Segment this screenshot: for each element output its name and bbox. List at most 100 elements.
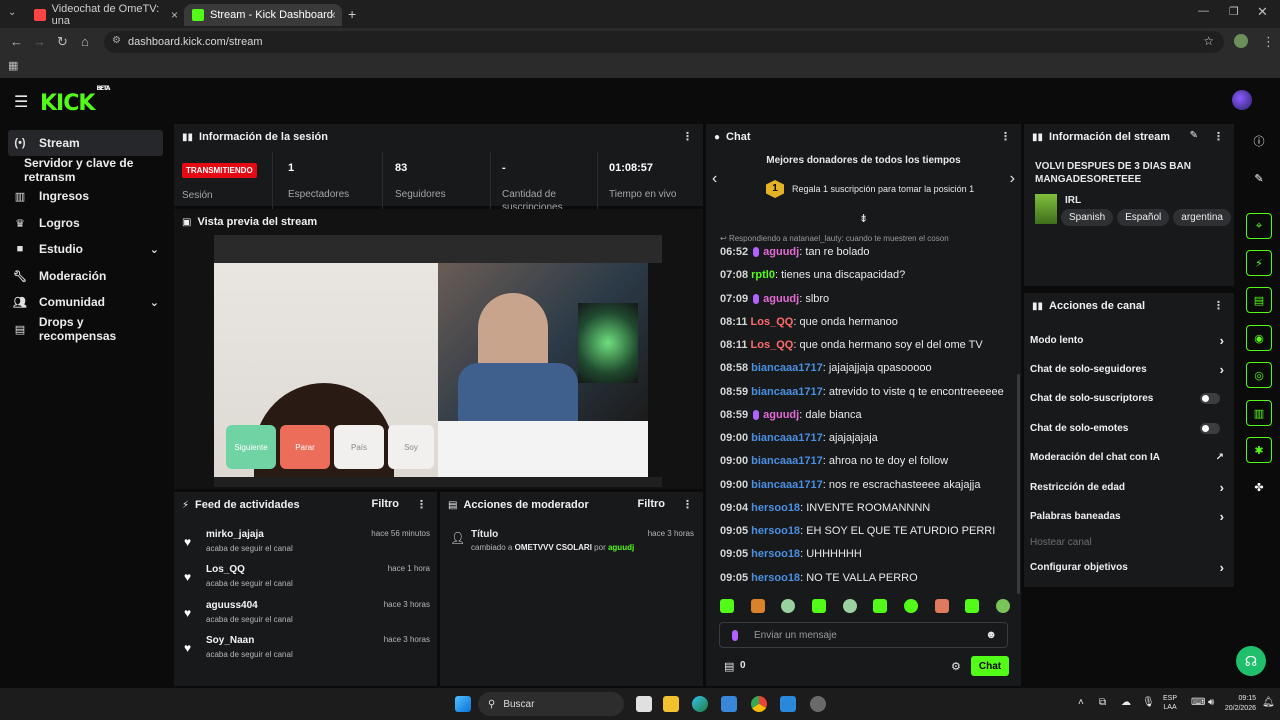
emote-icon[interactable] xyxy=(934,599,949,613)
tab-kick-dashboard[interactable]: Stream - Kick Dashboard × xyxy=(184,4,342,26)
emotes-only-toggle[interactable] xyxy=(1200,422,1220,434)
obs-icon[interactable] xyxy=(810,696,826,712)
language-indicator[interactable]: ESP LAA xyxy=(1163,694,1177,712)
new-tab-button[interactable]: + xyxy=(348,6,356,22)
action-banned-words[interactable]: Palabras baneadas › xyxy=(1030,503,1224,529)
category-thumbnail[interactable] xyxy=(1035,194,1057,224)
emote-icon[interactable] xyxy=(873,599,888,613)
forward-icon[interactable]: → xyxy=(33,34,46,49)
more-options-icon[interactable]: ⋮ xyxy=(1213,130,1224,143)
sidebar-item-server-key[interactable]: Servidor y clave de retransm xyxy=(16,156,176,184)
emote-icon[interactable] xyxy=(903,599,918,613)
taskbar-search[interactable]: ⚲ Buscar xyxy=(478,692,624,716)
clipboard-icon[interactable]: ▤ xyxy=(1246,287,1272,313)
sidebar-item-drops[interactable]: ▤ Drops y recompensas xyxy=(8,315,163,343)
info-icon[interactable]: ⓘ xyxy=(1246,128,1272,154)
message-username[interactable]: biancaaa1717 xyxy=(751,432,823,444)
chat-input[interactable]: Enviar un mensaje ☻ xyxy=(719,622,1008,648)
message-username[interactable]: aguudj xyxy=(763,246,799,258)
tag[interactable]: argentina xyxy=(1173,209,1231,226)
more-options-icon[interactable]: ⋮ xyxy=(1000,130,1011,143)
minimize-icon[interactable]: — xyxy=(1198,5,1209,17)
focus-mode-icon[interactable]: ⌖ xyxy=(1246,213,1272,239)
pin-icon[interactable]: ⇟ xyxy=(859,212,868,225)
chevron-up-icon[interactable]: ˄ xyxy=(1078,697,1084,708)
emoji-picker-icon[interactable]: ☻ xyxy=(985,629,997,641)
tray-app-icon[interactable]: ⧉ xyxy=(1099,697,1106,708)
filter-button[interactable]: Filtro xyxy=(638,498,666,510)
feed-user[interactable]: mirko_jajaja xyxy=(206,529,264,540)
close-icon[interactable]: × xyxy=(171,8,178,22)
microphone-icon[interactable] xyxy=(732,630,738,641)
more-options-icon[interactable]: ⋮ xyxy=(416,498,427,511)
sidebar-item-logros[interactable]: ♛ Logros xyxy=(8,210,163,236)
sidebar-item-estudio[interactable]: ■ Estudio ⌄ xyxy=(8,236,163,262)
edge-icon[interactable] xyxy=(692,696,708,712)
emote-icon[interactable] xyxy=(965,599,980,613)
hamburger-menu-icon[interactable]: ☰ xyxy=(14,92,28,112)
emote-icon[interactable] xyxy=(995,599,1010,613)
emote-icon[interactable] xyxy=(811,599,826,613)
tab-ometv[interactable]: Videochat de OmeTV: una × xyxy=(26,3,184,27)
task-view-icon[interactable] xyxy=(636,696,652,712)
emote-icon[interactable] xyxy=(842,599,857,613)
emote-icon[interactable] xyxy=(750,599,765,613)
message-username[interactable]: aguudj xyxy=(763,409,799,421)
kick-logo[interactable]: KICKBETA xyxy=(40,85,110,116)
vscode-icon[interactable] xyxy=(780,696,796,712)
microphone-icon[interactable]: 🎙︎ xyxy=(1142,697,1155,708)
windows-start-icon[interactable] xyxy=(455,696,471,712)
feed-user[interactable]: Soy_Naan xyxy=(206,635,254,646)
action-followers-only[interactable]: Chat de solo-seguidores › xyxy=(1030,356,1224,382)
wrench-icon[interactable]: ✱ xyxy=(1246,437,1272,463)
message-username[interactable]: rptl0 xyxy=(751,269,775,281)
close-icon[interactable]: × xyxy=(329,8,336,22)
filter-button[interactable]: Filtro xyxy=(372,498,400,510)
message-username[interactable]: biancaaa1717 xyxy=(751,362,823,374)
clock[interactable]: 09:15 20/2/2026 xyxy=(1220,694,1256,714)
message-username[interactable]: hersoo18 xyxy=(751,572,800,584)
more-options-icon[interactable]: ⋮ xyxy=(1213,299,1224,312)
emote-icon[interactable] xyxy=(781,599,796,613)
edit-pencil-icon[interactable]: ✎ xyxy=(1190,130,1198,141)
support-button[interactable]: ☊ xyxy=(1236,646,1266,676)
cloud-icon[interactable]: ☁ xyxy=(1121,697,1131,708)
emote-icon[interactable] xyxy=(720,599,734,613)
chat-send-button[interactable]: Chat xyxy=(971,656,1009,676)
category-label[interactable]: IRL xyxy=(1065,195,1081,206)
mail-icon[interactable] xyxy=(721,696,737,712)
more-options-icon[interactable]: ⋮ xyxy=(682,130,693,143)
puzzle-icon[interactable]: ✤ xyxy=(1246,474,1272,500)
reload-icon[interactable]: ↻ xyxy=(57,34,68,50)
stream-preview-video[interactable]: Siguiente Parar País Soy xyxy=(214,235,662,487)
subs-only-toggle[interactable] xyxy=(1200,392,1220,404)
broadcast-icon[interactable]: ◎ xyxy=(1246,362,1272,388)
user-avatar[interactable] xyxy=(1232,90,1252,110)
volume-icon[interactable]: 🔊︎ xyxy=(1208,697,1214,708)
edit-pencil-icon[interactable]: ✎ xyxy=(1246,165,1272,191)
chevron-right-icon[interactable]: › xyxy=(1010,170,1015,188)
back-icon[interactable]: ← xyxy=(10,34,23,49)
sidebar-item-ingresos[interactable]: ▥ Ingresos xyxy=(8,183,163,209)
chevron-left-icon[interactable]: ‹ xyxy=(712,170,717,188)
message-username[interactable]: aguudj xyxy=(763,293,799,305)
url-field[interactable]: ⚙ dashboard.kick.com/stream ☆ xyxy=(104,31,1224,53)
message-username[interactable]: hersoo18 xyxy=(751,502,800,514)
more-options-icon[interactable]: ⋮ xyxy=(682,498,693,511)
tab-search-chevron-icon[interactable]: ⌄ xyxy=(8,7,16,18)
network-icon[interactable]: ⌨ xyxy=(1191,697,1205,708)
action-slow-mode[interactable]: Modo lento › xyxy=(1030,327,1224,353)
settings-gear-icon[interactable]: ⚙ xyxy=(951,660,961,673)
bookmark-star-icon[interactable]: ☆ xyxy=(1203,34,1214,48)
message-username[interactable]: biancaaa1717 xyxy=(751,455,823,467)
gift-icon[interactable]: ▤ xyxy=(724,660,734,673)
sidebar-item-moderacion[interactable]: 🔧︎ Moderación xyxy=(8,263,163,289)
profile-avatar-icon[interactable] xyxy=(1234,34,1248,48)
action-age-restriction[interactable]: Restricción de edad › xyxy=(1030,474,1224,500)
message-username[interactable]: Los_QQ xyxy=(751,316,794,328)
notification-icon[interactable]: 🔔︎ xyxy=(1262,697,1275,708)
window-close-icon[interactable]: ✕ xyxy=(1257,4,1268,20)
apps-grid-icon[interactable]: ▦ xyxy=(8,59,18,72)
action-ai-moderation[interactable]: Moderación del chat con IA ↗ xyxy=(1030,444,1224,470)
bolt-icon[interactable]: ⚡︎ xyxy=(1246,250,1272,276)
